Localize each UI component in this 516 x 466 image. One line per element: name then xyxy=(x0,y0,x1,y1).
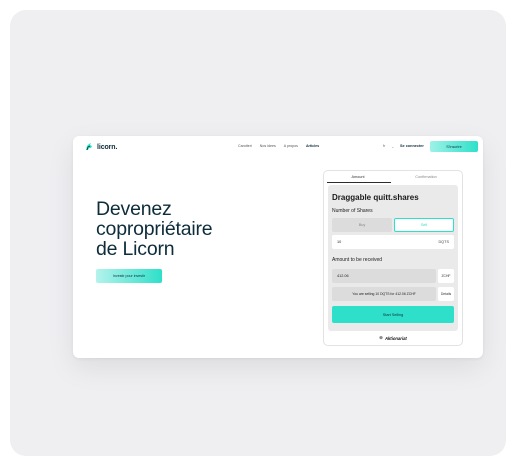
hero-title-line-3: de Licorn xyxy=(96,238,175,260)
widget-tabs: Amount Confirmation xyxy=(324,171,462,183)
amount-label: Amount to be received xyxy=(332,257,383,263)
amount-value: 412.06 xyxy=(337,274,349,278)
widget-title: Draggable quitt.shares xyxy=(332,193,419,202)
site-header: licorn. Carotteri Nos idees A propos Art… xyxy=(73,136,483,158)
quantity-value: 10 xyxy=(337,240,342,244)
amount-unit: ZCHF xyxy=(438,269,454,283)
logo-text: licorn. xyxy=(97,143,118,151)
widget-panel: Draggable quitt.shares Number of Shares … xyxy=(328,185,458,331)
logo[interactable]: licorn. xyxy=(84,142,117,152)
nav-item-nos-idees[interactable]: Nos idees xyxy=(260,144,276,148)
hero-title-line-2: copropriétaire xyxy=(96,218,213,240)
start-selling-button[interactable]: Start Selling xyxy=(332,306,454,323)
hero-title: Devenez copropriétaire de Licorn xyxy=(96,199,266,259)
unicorn-logo-icon xyxy=(86,143,92,151)
nav-item-articles[interactable]: Articles xyxy=(306,144,319,148)
login-link[interactable]: Se connecter xyxy=(400,144,424,148)
tab-amount[interactable]: Amount xyxy=(324,175,392,179)
chevron-down-icon: ⌄ xyxy=(391,143,395,149)
backdrop: licorn. Carotteri Nos idees A propos Art… xyxy=(10,10,506,456)
share-trading-widget: Amount Confirmation Draggable quitt.shar… xyxy=(323,170,463,346)
quantity-unit: DQTS xyxy=(438,240,449,244)
quantity-input[interactable]: 10 DQTS xyxy=(332,235,454,249)
main-nav: Carotteri Nos idees A propos Articles xyxy=(238,144,319,148)
browser-window: licorn. Carotteri Nos idees A propos Art… xyxy=(73,136,483,358)
trade-summary: You are selling 10 DQTS for 412.06 ZCHF xyxy=(332,287,436,301)
language-selector[interactable]: fr xyxy=(383,144,385,148)
powered-by: ⊕ Aktionariat xyxy=(324,335,462,341)
shares-label: Number of Shares xyxy=(332,208,373,214)
hero-title-line-1: Devenez xyxy=(96,198,172,220)
aktionariat-logo-icon: ⊕ xyxy=(379,335,383,340)
sell-button[interactable]: Sell xyxy=(394,218,454,232)
nav-item-carotteri[interactable]: Carotteri xyxy=(238,144,252,148)
nav-item-a-propos[interactable]: A propos xyxy=(284,144,298,148)
active-tab-indicator xyxy=(327,182,391,183)
amount-field: 412.06 xyxy=(332,269,436,283)
hero-invest-button[interactable]: Investir pour investir xyxy=(96,269,162,283)
buy-button[interactable]: Buy xyxy=(332,218,392,232)
details-button[interactable]: Details xyxy=(438,287,454,301)
signup-button[interactable]: S'inscrire xyxy=(430,141,478,152)
tab-confirmation[interactable]: Confirmation xyxy=(392,175,460,179)
powered-by-text: Aktionariat xyxy=(384,335,407,341)
